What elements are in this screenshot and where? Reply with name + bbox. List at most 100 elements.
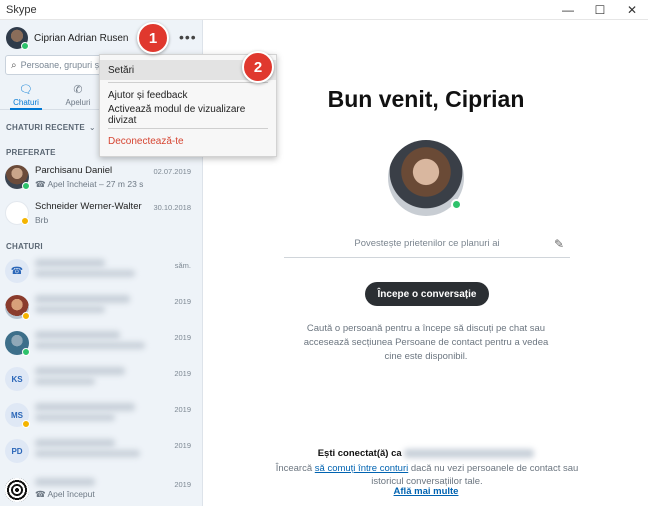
contact-name-redacted — [35, 295, 130, 303]
list-item[interactable]: ☎ Apel început 2019 — [0, 472, 202, 506]
presence-away-icon — [21, 217, 29, 225]
learn-more-link[interactable]: Află mai multe — [204, 486, 648, 497]
contact-name-redacted — [35, 439, 115, 447]
chat-text: 2019 — [35, 331, 202, 355]
chat-date: 2019 — [174, 480, 191, 489]
last-message: Brb — [35, 215, 49, 225]
presence-away-icon — [22, 312, 30, 320]
main-avatar[interactable] — [388, 140, 464, 216]
start-conversation-button[interactable]: Începe o conversație — [365, 282, 489, 306]
chevron-down-icon: ⌄ — [88, 123, 96, 132]
avatar — [5, 165, 30, 190]
last-message-redacted — [35, 270, 135, 277]
chat-date: 2019 — [174, 441, 191, 450]
tab-calls[interactable]: ✆ Apeluri — [52, 80, 104, 110]
chat-text: Parchisanu Daniel ☎ Apel încheiat – 27 m… — [35, 165, 202, 190]
switch-prefix: Încearcă — [275, 463, 313, 474]
avatar — [5, 331, 30, 356]
chat-date: 02.07.2019 — [153, 167, 191, 176]
avatar — [5, 295, 30, 320]
chat-date: 2019 — [174, 369, 191, 378]
chat-date: 2019 — [174, 333, 191, 342]
avatar-initials: KS — [11, 374, 23, 384]
window-title: Skype — [6, 3, 37, 16]
avatar: ☎ — [5, 259, 29, 283]
section-favorites: PREFERATE — [6, 148, 56, 157]
last-message: ☎ Apel început — [35, 489, 202, 500]
main-pane: Bun venit, Ciprian Povestește prietenilo… — [204, 20, 648, 506]
last-message-text: Apel încheiat – 27 m 23 s — [47, 179, 144, 189]
list-item[interactable]: PD 2019 — [0, 433, 202, 469]
chat-bubble-icon: 🗨 — [19, 84, 33, 96]
welcome-title: Bun venit, Ciprian — [327, 86, 525, 112]
pencil-icon[interactable]: ✎ — [554, 237, 564, 251]
last-message-redacted — [35, 306, 105, 313]
switch-account-text: Încearcă să comuți între conturi dacă nu… — [260, 462, 594, 488]
contact-name-redacted — [35, 403, 135, 411]
avatar — [5, 478, 29, 502]
close-button[interactable]: ✕ — [616, 0, 648, 20]
section-chats: CHATURI — [6, 242, 43, 251]
search-icon: ⌕ — [11, 59, 17, 71]
contact-name-redacted — [35, 331, 120, 339]
presence-away-icon — [22, 420, 30, 428]
connected-as: Ești conectat(ă) ca — [204, 448, 648, 459]
call-started-icon: ☎ — [35, 489, 48, 499]
profile-avatar[interactable] — [6, 27, 29, 50]
mood-message-input[interactable]: Povestește prietenilor ce planuri ai — [284, 238, 570, 258]
tab-calls-label: Apeluri — [65, 98, 91, 107]
section-favorites-label: PREFERATE — [6, 148, 56, 157]
avatar-initials: MS — [11, 410, 23, 420]
presence-online-icon — [451, 199, 462, 210]
section-chats-label: CHATURI — [6, 242, 43, 251]
list-item[interactable]: KS 2019 — [0, 361, 202, 397]
last-message-text: Apel început — [47, 489, 95, 499]
last-message: ☎ Apel încheiat – 27 m 23 s — [35, 179, 202, 190]
phone-icon: ☎ — [10, 265, 24, 277]
chat-date: săm. — [174, 261, 191, 270]
more-options-button[interactable]: ••• — [179, 29, 197, 45]
chat-date: 2019 — [174, 405, 191, 414]
account-email-redacted — [404, 448, 535, 458]
switch-accounts-link[interactable]: să comuți între conturi — [315, 463, 408, 474]
nav-active-indicator — [10, 108, 42, 110]
avatar: PD — [5, 439, 29, 463]
list-item-favorite-1[interactable]: Parchisanu Daniel ☎ Apel încheiat – 27 m… — [0, 159, 202, 195]
avatar: KS — [5, 367, 29, 391]
section-recent[interactable]: CHATURI RECENTE ⌄ — [6, 123, 96, 132]
minimize-button[interactable]: — — [552, 0, 584, 20]
last-message-redacted — [35, 378, 95, 385]
call-ended-icon: ☎ — [35, 179, 48, 189]
chat-text: 2019 — [35, 439, 202, 463]
section-recent-label: CHATURI RECENTE — [6, 123, 85, 132]
chat-date: 30.10.2018 — [153, 203, 191, 212]
last-message-redacted — [35, 414, 115, 421]
presence-online-icon — [22, 182, 30, 190]
chat-date: 2019 — [174, 297, 191, 306]
list-item[interactable]: 2019 — [0, 289, 202, 325]
chat-text: 2019 — [35, 403, 202, 427]
contact-name-redacted — [35, 259, 105, 267]
presence-online-icon — [21, 42, 29, 50]
avatar: MS — [5, 403, 30, 428]
presence-online-icon — [22, 348, 30, 356]
list-item[interactable]: ☎ săm. — [0, 253, 202, 289]
list-item-favorite-2[interactable]: Schneider Werner-Walter Brb 30.10.2018 — [0, 195, 202, 231]
tab-chats-label: Chaturi — [13, 98, 39, 107]
chat-text: 2019 — [35, 295, 202, 319]
chat-text: ☎ Apel început 2019 — [35, 478, 202, 502]
phone-icon: ✆ — [73, 84, 83, 96]
avatar — [5, 201, 29, 225]
last-message-redacted — [35, 450, 140, 457]
hint-text: Caută o persoană pentru a începe să disc… — [303, 323, 549, 362]
maximize-button[interactable]: ☐ — [584, 0, 616, 20]
profile-name[interactable]: Ciprian Adrian Rusen — [34, 33, 129, 44]
list-item[interactable]: MS 2019 — [0, 397, 202, 433]
list-item[interactable]: 2019 — [0, 325, 202, 361]
chat-text: 2019 — [35, 367, 202, 391]
tab-chats[interactable]: 🗨 Chaturi — [0, 80, 52, 110]
title-bar: Skype — ☐ ✕ — [0, 0, 648, 20]
contact-name-redacted — [35, 367, 125, 375]
avatar-initials: PD — [11, 446, 23, 456]
chat-text: săm. — [35, 259, 202, 283]
